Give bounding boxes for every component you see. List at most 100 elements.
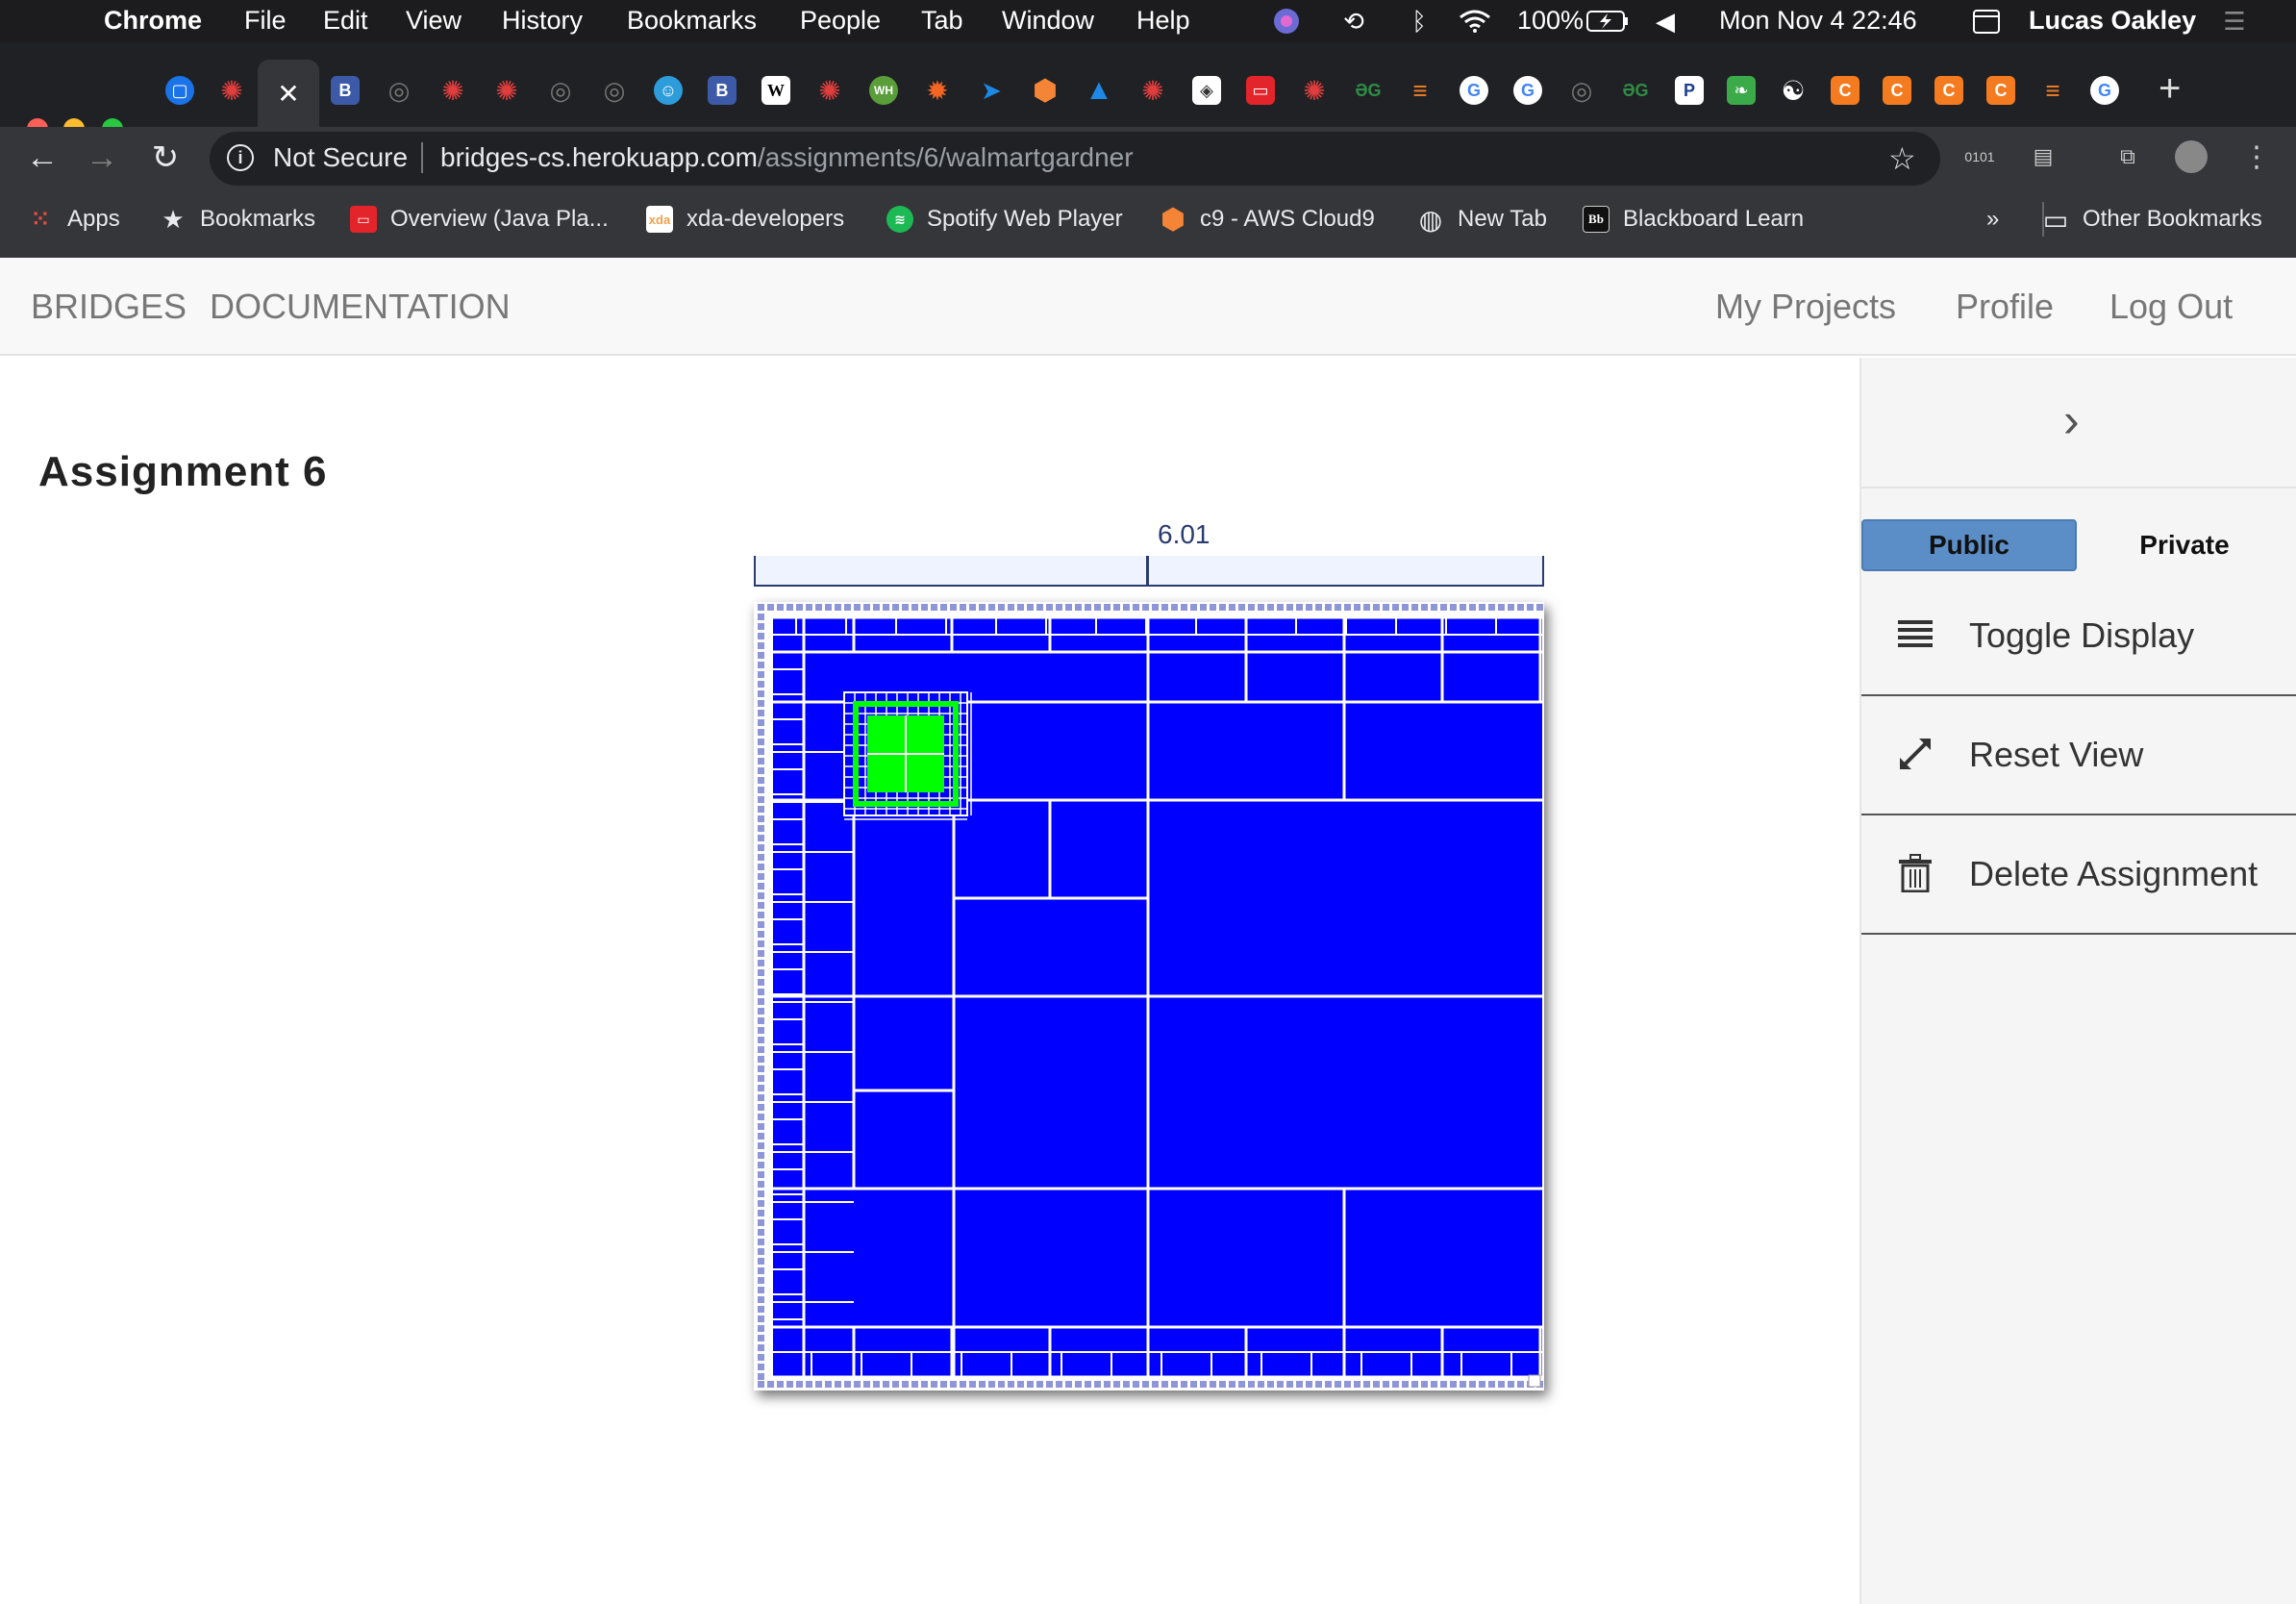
menu-window[interactable]: Window <box>1002 6 1094 36</box>
notification-center-icon[interactable]: ☰ <box>2217 4 2252 38</box>
tab-favicon-c[interactable]: C <box>1831 76 1859 105</box>
tab-favicon-b[interactable]: B <box>331 76 360 105</box>
tab-favicon-google[interactable]: G <box>1460 76 1488 105</box>
profile-avatar[interactable] <box>2175 140 2208 173</box>
delete-assignment-button[interactable]: Delete Assignment <box>1861 815 2296 935</box>
tab-favicon-google[interactable]: G <box>2090 76 2119 105</box>
tab-favicon-wikipedia[interactable]: W <box>761 76 790 105</box>
tab-favicon-yinyang[interactable]: ☯ <box>1779 76 1808 106</box>
quadtree-canvas[interactable] <box>754 602 1544 1391</box>
tab-favicon-arch[interactable]: ▲ <box>1085 74 1113 106</box>
cast-icon[interactable]: ⧉ <box>2111 140 2144 173</box>
tab-favicon-chat[interactable]: ▢ <box>165 76 194 105</box>
collapse-sidebar-chevron-icon[interactable]: › <box>2063 392 2080 448</box>
tab-favicon-globe[interactable]: ◎ <box>1567 76 1596 105</box>
bookmark-cloud9[interactable]: ⬢ c9 - AWS Cloud9 <box>1160 204 1375 236</box>
toggle-display-button[interactable]: Toggle Display <box>1861 577 2296 696</box>
reload-icon[interactable]: ↻ <box>142 135 188 181</box>
tab-favicon-asu[interactable]: ✺ <box>492 76 521 106</box>
nav-my-projects[interactable]: My Projects <box>1715 287 1896 327</box>
tab-favicon-asu[interactable]: ✺ <box>1300 76 1329 106</box>
tab-favicon-globe[interactable]: ◎ <box>600 76 629 105</box>
bookmark-spotify[interactable]: ≋ Spotify Web Player <box>886 206 1123 233</box>
bookmark-java-overview[interactable]: ▭ Overview (Java Pla... <box>350 206 609 233</box>
url-text[interactable]: bridges-cs.herokuapp.com/assignments/6/w… <box>440 142 1134 173</box>
bookmark-new-tab[interactable]: ◍ New Tab <box>1417 205 1547 235</box>
tab-favicon-c[interactable]: C <box>1986 76 2015 105</box>
menu-app-name[interactable]: Chrome <box>104 6 202 36</box>
bluetooth-icon[interactable]: ᛒ <box>1402 4 1436 38</box>
menubar-user[interactable]: Lucas Oakley <box>2029 6 2196 36</box>
active-tab[interactable]: ✕ <box>258 60 319 127</box>
volume-icon[interactable]: ◀ <box>1648 4 1683 38</box>
tab-favicon-p[interactable]: P <box>1675 76 1704 105</box>
tab-favicon-stackoverflow[interactable]: ≡ <box>2038 76 2067 105</box>
reset-view-button[interactable]: Reset View <box>1861 696 2296 815</box>
bookmark-xda[interactable]: xda xda-developers <box>646 206 844 233</box>
bookmark-other[interactable]: ▭ Other Bookmarks <box>2042 205 2262 235</box>
new-tab-button[interactable]: + <box>2159 67 2181 111</box>
menubar-datetime[interactable]: Mon Nov 4 22:46 <box>1719 6 1917 36</box>
tab-favicon-asu[interactable]: ✺ <box>1138 76 1167 106</box>
quadtree-visualization[interactable] <box>754 602 1544 1391</box>
menu-view[interactable]: View <box>406 6 462 36</box>
bookmark-apps[interactable]: ⁙ Apps <box>27 206 120 233</box>
border-cell <box>786 604 793 611</box>
border-cell <box>758 1171 764 1178</box>
chrome-menu-icon[interactable]: ⋮ <box>2240 140 2273 173</box>
menu-people[interactable]: People <box>800 6 881 36</box>
tab-favicon-wh[interactable]: WH <box>869 76 898 105</box>
tab-favicon-smiley[interactable]: ☺ <box>654 76 683 105</box>
info-icon[interactable]: i <box>227 144 254 171</box>
tab-favicon-gfg[interactable]: ƏG <box>1621 76 1650 105</box>
battery-icon[interactable] <box>1585 4 1631 38</box>
tab-favicon-c[interactable]: C <box>1934 76 1963 105</box>
nav-log-out[interactable]: Log Out <box>2109 287 2233 327</box>
menu-edit[interactable]: Edit <box>323 6 368 36</box>
close-icon[interactable]: ✕ <box>277 78 299 110</box>
scale-slider-handle[interactable] <box>1146 556 1149 587</box>
tab-favicon-b[interactable]: B <box>708 76 736 105</box>
tab-favicon-gear[interactable]: ✹ <box>923 76 952 106</box>
tab-favicon-diamond[interactable]: ◈ <box>1192 76 1221 105</box>
tab-favicon-asu[interactable]: ✺ <box>217 76 246 106</box>
border-cell <box>1344 1381 1351 1388</box>
tab-favicon-cube[interactable]: ⬢ <box>1031 75 1060 107</box>
bookmark-bookmarks[interactable]: ★ Bookmarks <box>160 205 315 234</box>
forward-arrow-icon[interactable]: → <box>79 135 125 181</box>
menu-tab[interactable]: Tab <box>921 6 963 36</box>
tab-favicon-gfg[interactable]: ƏG <box>1354 76 1383 105</box>
public-toggle-button[interactable]: Public <box>1861 519 2077 571</box>
back-arrow-icon[interactable]: ← <box>19 135 65 181</box>
tab-favicon-c[interactable]: C <box>1883 76 1911 105</box>
nav-documentation[interactable]: DOCUMENTATION <box>210 287 511 327</box>
menu-help[interactable]: Help <box>1136 6 1190 36</box>
security-status[interactable]: Not Secure <box>273 142 408 173</box>
scale-value-label: 6.01 <box>1158 519 1210 549</box>
tab-favicon-bird[interactable]: ➤ <box>977 76 1006 105</box>
tab-favicon-leaf[interactable]: ❧ <box>1727 76 1756 105</box>
tab-favicon-oracle[interactable]: ▭ <box>1246 76 1275 105</box>
menu-file[interactable]: File <box>244 6 287 36</box>
siri-icon[interactable] <box>1269 4 1304 38</box>
wifi-icon[interactable] <box>1458 4 1492 38</box>
bookmarks-overflow-chevron[interactable]: » <box>1986 206 1999 233</box>
tab-favicon-globe[interactable]: ◎ <box>385 76 413 105</box>
tab-favicon-globe[interactable]: ◎ <box>546 76 575 105</box>
binary-extension-icon[interactable]: 0101 <box>1963 140 1996 173</box>
scale-slider-track[interactable] <box>754 556 1544 587</box>
tab-favicon-asu[interactable]: ✺ <box>438 76 467 106</box>
calendar-icon[interactable] <box>1969 4 2004 38</box>
menu-bookmarks[interactable]: Bookmarks <box>627 6 757 36</box>
menu-history[interactable]: History <box>502 6 583 36</box>
tab-favicon-google[interactable]: G <box>1513 76 1542 105</box>
tab-favicon-asu[interactable]: ✺ <box>815 76 844 106</box>
printer-extension-icon[interactable]: ▤ <box>2027 140 2059 173</box>
bookmark-star-icon[interactable]: ☆ <box>1888 140 1916 177</box>
nav-profile[interactable]: Profile <box>1956 287 2054 327</box>
private-toggle-button[interactable]: Private <box>2077 519 2292 571</box>
time-machine-icon[interactable]: ⟲ <box>1336 4 1371 38</box>
bookmark-blackboard[interactable]: Bb Blackboard Learn <box>1583 206 1804 233</box>
tab-favicon-stackoverflow[interactable]: ≡ <box>1406 76 1435 105</box>
nav-brand-bridges[interactable]: BRIDGES <box>31 287 187 327</box>
